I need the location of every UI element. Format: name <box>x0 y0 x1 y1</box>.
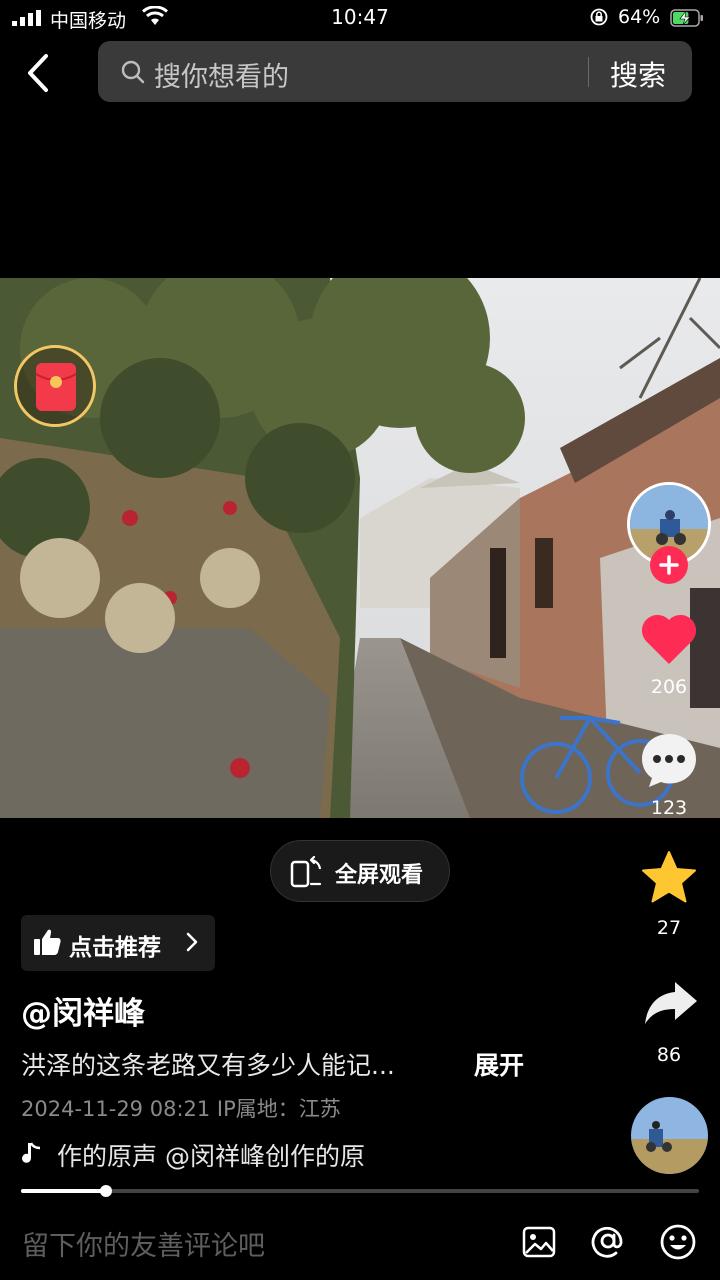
search-divider <box>588 57 589 87</box>
status-bar: 中国移动 10:47 64% <box>0 0 720 36</box>
music-cover <box>631 1097 708 1174</box>
comment-input[interactable]: 留下你的友善评论吧 <box>22 1224 265 1263</box>
rotate-screen-icon <box>290 856 322 888</box>
plus-icon <box>659 555 679 575</box>
author-name[interactable]: @闵祥峰 <box>21 988 145 1033</box>
chevron-right-icon <box>186 932 198 952</box>
at-mention-icon[interactable] <box>590 1223 626 1259</box>
search-button[interactable]: 搜索 <box>610 54 666 94</box>
recommend-button[interactable]: 点击推荐 <box>21 915 215 971</box>
music-title: 作的原声 @闵祥峰创作的原 <box>57 1142 365 1171</box>
search-input[interactable]: 搜你想看的 <box>154 55 289 94</box>
image-icon[interactable] <box>522 1225 556 1259</box>
share-icon[interactable] <box>643 980 699 1026</box>
music-note-icon <box>22 1142 41 1163</box>
red-envelope-icon <box>35 363 77 411</box>
favorite-count: 27 <box>656 917 682 939</box>
orientation-lock-icon <box>590 8 608 26</box>
like-icon[interactable] <box>640 612 698 666</box>
fullscreen-button[interactable]: 全屏观看 <box>270 840 450 902</box>
back-button[interactable] <box>22 52 58 94</box>
share-count: 86 <box>656 1044 682 1066</box>
video-frame <box>0 278 720 818</box>
search-bar[interactable]: 搜你想看的 搜索 <box>98 41 692 102</box>
fullscreen-label: 全屏观看 <box>335 863 424 888</box>
post-meta: 2024-11-29 08:21 IP属地：江苏 <box>21 1097 341 1121</box>
recommend-label: 点击推荐 <box>69 935 161 961</box>
comment-count: 123 <box>650 797 688 819</box>
battery-icon <box>670 9 703 27</box>
red-packet-button[interactable] <box>14 345 96 427</box>
thumbs-up-icon <box>34 929 61 955</box>
progress-fill <box>21 1189 106 1193</box>
music-info[interactable]: 作的原声 @闵祥峰创作的原 <box>21 1137 441 1173</box>
video-player[interactable] <box>0 278 720 818</box>
post-description: 洪泽的这条老路又有多少人能记... <box>21 1051 395 1080</box>
music-disc[interactable] <box>631 1097 708 1174</box>
emoji-icon[interactable] <box>659 1223 697 1261</box>
like-count: 206 <box>650 676 688 698</box>
search-icon <box>121 60 145 84</box>
video-progress-bar[interactable] <box>21 1185 699 1197</box>
progress-knob[interactable] <box>99 1185 112 1197</box>
comment-icon[interactable] <box>640 732 698 788</box>
follow-button[interactable] <box>650 546 688 584</box>
star-icon[interactable] <box>641 850 697 904</box>
battery-percent: 64% <box>618 6 661 28</box>
clock: 10:47 <box>331 5 389 29</box>
expand-button[interactable]: 展开 <box>474 1046 524 1082</box>
